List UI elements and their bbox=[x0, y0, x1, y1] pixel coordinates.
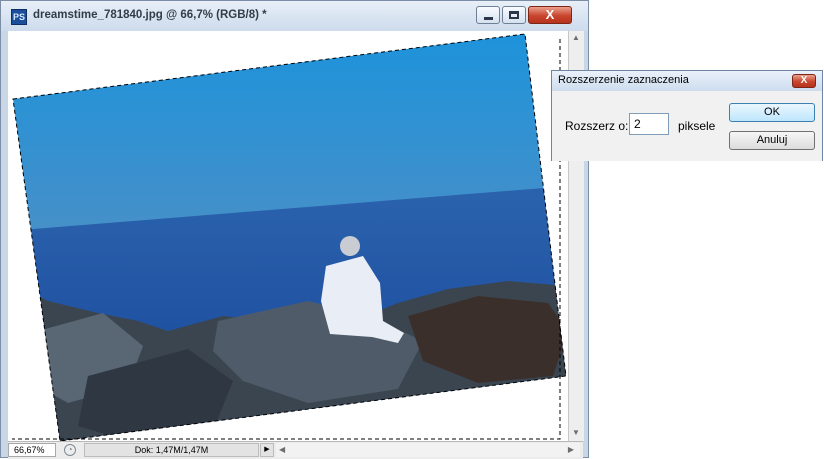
dialog-body: Rozszerz o: piksele OK Anuluj bbox=[552, 91, 822, 161]
dialog-title-bar[interactable]: Rozszerzenie zaznaczenia X bbox=[552, 71, 822, 91]
cancel-button[interactable]: Anuluj bbox=[729, 131, 815, 150]
expand-by-label: Rozszerz o: bbox=[565, 119, 629, 133]
status-menu-arrow-icon[interactable]: ▶ bbox=[260, 443, 274, 457]
document-title-bar[interactable]: PS dreamstime_781840.jpg @ 66,7% (RGB/8)… bbox=[1, 1, 588, 31]
close-button[interactable]: X bbox=[528, 6, 572, 24]
maximize-button[interactable] bbox=[502, 6, 526, 24]
document-info[interactable]: Dok: 1,47M/1,47M bbox=[84, 443, 259, 457]
photoshop-icon: PS bbox=[11, 9, 27, 25]
ok-button[interactable]: OK bbox=[729, 103, 815, 122]
expand-by-input[interactable] bbox=[629, 113, 669, 135]
status-bar: 66,67% ◔ Dok: 1,47M/1,47M ▶ ◀ ▶ bbox=[8, 441, 583, 459]
document-title: dreamstime_781840.jpg @ 66,7% (RGB/8) * bbox=[33, 9, 267, 21]
status-info-icon[interactable]: ◔ bbox=[64, 444, 76, 456]
image-canvas[interactable] bbox=[8, 31, 568, 441]
person-head bbox=[340, 236, 360, 256]
dialog-close-button[interactable]: X bbox=[792, 74, 816, 88]
minimize-button[interactable] bbox=[476, 6, 500, 24]
scroll-down-icon[interactable]: ▼ bbox=[572, 428, 580, 437]
maximize-icon bbox=[509, 11, 519, 19]
window-controls: X bbox=[474, 6, 572, 24]
scroll-right-icon[interactable]: ▶ bbox=[568, 443, 574, 457]
close-icon: X bbox=[545, 7, 555, 22]
expand-selection-dialog: Rozszerzenie zaznaczenia X Rozszerz o: p… bbox=[551, 70, 823, 161]
scroll-left-icon[interactable]: ◀ bbox=[279, 443, 285, 457]
document-window: PS dreamstime_781840.jpg @ 66,7% (RGB/8)… bbox=[0, 0, 589, 459]
zoom-field[interactable]: 66,67% bbox=[8, 443, 56, 457]
rotated-photo bbox=[12, 33, 567, 441]
pixels-unit-label: piksele bbox=[678, 119, 716, 133]
minimize-icon bbox=[484, 17, 493, 20]
horizontal-scrollbar[interactable]: ◀ ▶ bbox=[276, 443, 580, 457]
scroll-up-icon[interactable]: ▲ bbox=[572, 33, 580, 42]
dialog-title: Rozszerzenie zaznaczenia bbox=[558, 74, 689, 86]
